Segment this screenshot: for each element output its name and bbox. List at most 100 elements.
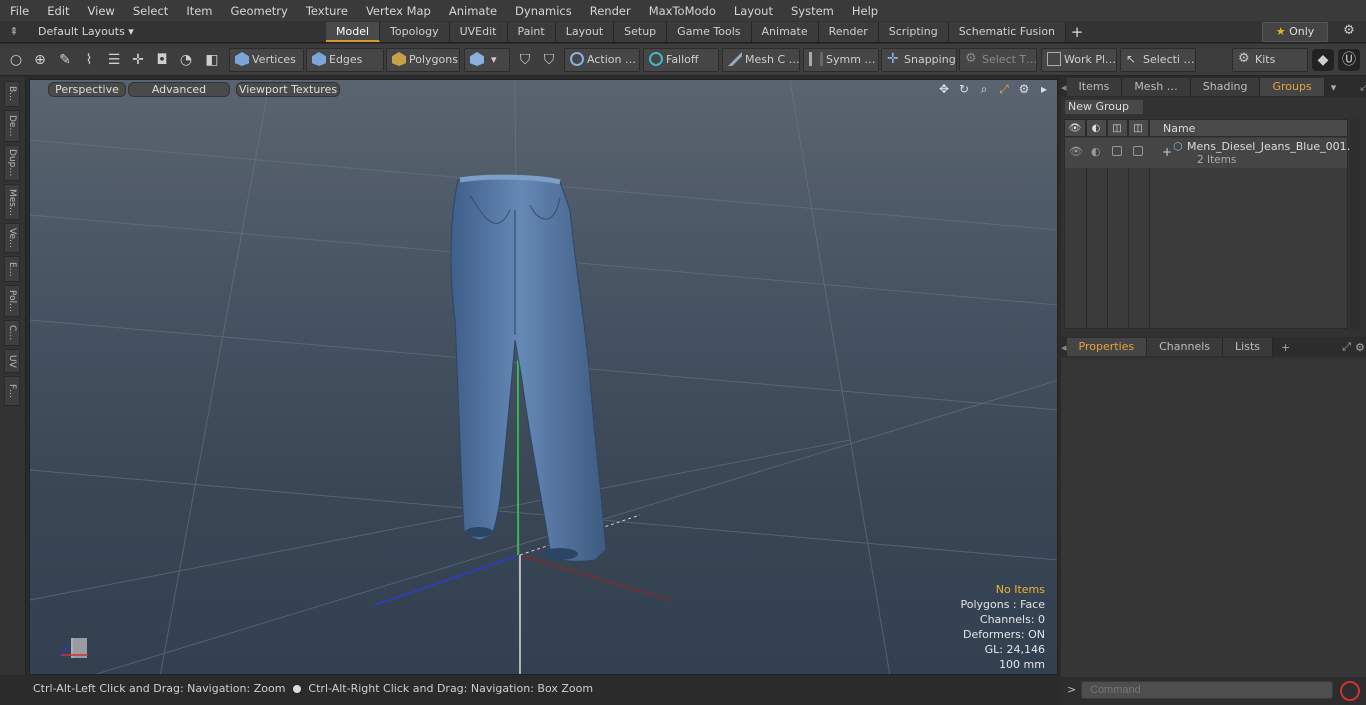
menu-item[interactable]: Item [176, 4, 220, 18]
left-tab-polygon[interactable]: Pol… [4, 285, 20, 317]
tab-mesh[interactable]: Mesh … [1122, 78, 1191, 96]
left-tab-fusion[interactable]: F… [4, 376, 20, 406]
left-tab-duplicate[interactable]: Dup… [4, 145, 20, 181]
left-tab-basic[interactable]: B… [4, 81, 20, 107]
tab-setup[interactable]: Setup [614, 22, 668, 42]
vertices-button[interactable]: Vertices [229, 48, 304, 72]
tab-channels[interactable]: Channels [1147, 338, 1224, 356]
tab-paint[interactable]: Paint [507, 22, 556, 42]
box-select-icon[interactable]: ◘ [151, 49, 173, 71]
menu-select[interactable]: Select [123, 4, 176, 18]
tab-topology[interactable]: Topology [380, 22, 450, 42]
maximize-icon[interactable]: ⤢ [996, 81, 1012, 97]
component-mode-dropdown[interactable]: ▾ [464, 48, 510, 72]
viewport-textures-dropdown[interactable]: Viewport Textures [236, 82, 340, 97]
zoom-icon[interactable]: ⌕ [976, 81, 992, 97]
transform-icon[interactable]: ✛ [127, 49, 149, 71]
menu-dynamics[interactable]: Dynamics [505, 4, 580, 18]
menu-layout[interactable]: Layout [724, 4, 781, 18]
polygons-button[interactable]: Polygons [386, 48, 460, 72]
menu-animate[interactable]: Animate [439, 4, 505, 18]
orbit-icon[interactable]: ↻ [956, 81, 972, 97]
lock-header-icon[interactable]: ◫ [1107, 120, 1128, 137]
tab-groups[interactable]: Groups [1260, 78, 1325, 96]
expand-plus-icon[interactable]: + [1162, 145, 1172, 159]
tab-layout[interactable]: Layout [555, 22, 615, 42]
globe-icon[interactable]: ⊕ [29, 49, 51, 71]
select-header-icon[interactable]: ◫ [1128, 120, 1149, 137]
select-circle-icon[interactable]: ○ [5, 49, 27, 71]
menu-vertex-map[interactable]: Vertex Map [356, 4, 439, 18]
select-through-button[interactable]: ⚙ Select T… [959, 48, 1037, 72]
3d-viewport[interactable]: Perspective Advanced Viewport Textures ✥… [29, 79, 1058, 675]
unreal-icon[interactable]: Ⓤ [1338, 49, 1360, 71]
row-select-checkbox[interactable] [1133, 146, 1143, 156]
menu-geometry[interactable]: Geometry [221, 4, 296, 18]
edges-button[interactable]: Edges [306, 48, 384, 72]
viewport-arrow-icon[interactable]: ▸ [1036, 81, 1052, 97]
selection-sets-button[interactable]: ↖ Selecti … [1120, 48, 1196, 72]
tab-scripting[interactable]: Scripting [878, 22, 949, 42]
snapping-button[interactable]: ✛ Snapping [881, 48, 957, 72]
advanced-dropdown[interactable]: Advanced [128, 82, 230, 97]
tab-properties[interactable]: Properties [1066, 338, 1148, 356]
viewport-gear-icon[interactable]: ⚙ [1016, 81, 1032, 97]
home-icon[interactable]: ⇞ [0, 25, 28, 38]
gear-icon[interactable]: ⚙ [1338, 23, 1360, 41]
tab-game-tools[interactable]: Game Tools [667, 22, 752, 42]
command-input[interactable] [1081, 681, 1333, 699]
expand-panel-icon[interactable]: ⤢ [1360, 80, 1366, 94]
symmetry-button[interactable]: Symm … [803, 48, 879, 72]
row-lock-checkbox[interactable] [1112, 146, 1122, 156]
left-tab-uv[interactable]: UV [4, 349, 20, 373]
snap-shield-icon[interactable]: ⛉ [538, 49, 560, 71]
name-column-header[interactable]: Name [1163, 120, 1195, 137]
action-center-button[interactable]: Action … [564, 48, 640, 72]
menu-system[interactable]: System [781, 4, 842, 18]
record-icon[interactable] [1340, 681, 1360, 701]
menu-texture[interactable]: Texture [296, 4, 356, 18]
menu-maxtomodo[interactable]: MaxToModo [639, 4, 724, 18]
visibility-header-icon[interactable]: 👁 [1065, 120, 1086, 137]
chevron-down-icon[interactable]: ▾ [1331, 81, 1337, 94]
menu-file[interactable]: File [0, 4, 37, 18]
expand-panel-icon[interactable]: ⤢ [1342, 340, 1351, 354]
menu-help[interactable]: Help [842, 4, 886, 18]
only-toggle[interactable]: ★ Only [1262, 22, 1328, 42]
panel-gear-icon[interactable]: ⚙ [1355, 341, 1365, 354]
tab-shading[interactable]: Shading [1190, 78, 1261, 96]
brush-icon[interactable]: ⌇ [78, 49, 100, 71]
cube-mode-icon[interactable]: ◧ [201, 49, 223, 71]
tab-uvedit[interactable]: UVEdit [449, 22, 508, 42]
align-icon[interactable]: ☰ [103, 49, 125, 71]
kits-button[interactable]: ⚙ Kits [1232, 48, 1308, 72]
add-tab-icon[interactable]: + [1066, 22, 1088, 42]
falloff-button[interactable]: Falloff [643, 48, 719, 72]
new-group-button[interactable]: New Group [1064, 99, 1144, 115]
menu-view[interactable]: View [78, 4, 123, 18]
layouts-dropdown[interactable]: Default Layouts ▾ [28, 25, 134, 38]
group-row[interactable]: 👁 ◐ + ⬡ Mens_Diesel_Jeans_Blue_001… 2 It… [1065, 138, 1358, 168]
tab-schematic-fusion[interactable]: Schematic Fusion [948, 22, 1067, 42]
rotate-icon[interactable]: ◔ [175, 49, 197, 71]
left-tab-vertex[interactable]: Ve… [4, 223, 20, 253]
tab-render[interactable]: Render [818, 22, 879, 42]
menu-edit[interactable]: Edit [37, 4, 77, 18]
tab-items[interactable]: Items [1066, 78, 1123, 96]
work-plane-button[interactable]: Work Pl… [1041, 48, 1117, 72]
row-render-icon[interactable]: ◐ [1091, 145, 1101, 158]
menu-render[interactable]: Render [580, 4, 639, 18]
tab-model[interactable]: Model [326, 22, 381, 42]
left-tab-deform[interactable]: De… [4, 110, 20, 142]
pan-icon[interactable]: ✥ [936, 81, 952, 97]
symmetry-shield-icon[interactable]: ⛉ [514, 49, 536, 71]
groups-scrollbar[interactable] [1350, 119, 1360, 329]
pen-icon[interactable]: ✎ [54, 49, 76, 71]
perspective-dropdown[interactable]: Perspective [48, 82, 126, 97]
jeans-model[interactable] [450, 174, 607, 562]
mesh-constraint-button[interactable]: Mesh C … [722, 48, 800, 72]
render-header-icon[interactable]: ◐ [1086, 120, 1107, 137]
left-tab-mesh-edit[interactable]: Mes… [4, 184, 20, 220]
left-tab-curve[interactable]: C… [4, 320, 20, 346]
left-tab-edge[interactable]: E… [4, 256, 20, 282]
